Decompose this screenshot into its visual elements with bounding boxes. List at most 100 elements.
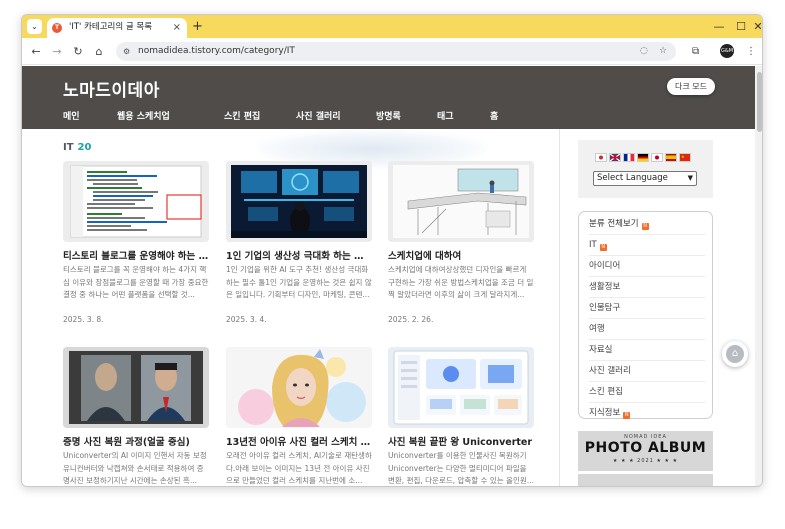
home-icon[interactable]: ⌂ xyxy=(91,44,107,59)
active-tab[interactable]: T 'IT' 카테고리의 글 목록 × xyxy=(47,18,187,38)
category-item-label: IT xyxy=(589,240,597,250)
browser-window: ⌄ T 'IT' 카테고리의 글 목록 × + — ☐ ✕ ← → ↻ ⌂ ⚙ … xyxy=(21,14,763,487)
post-thumbnail[interactable] xyxy=(63,347,209,428)
category-all-label: 분류 전체보기 xyxy=(589,219,639,229)
post-thumbnail[interactable] xyxy=(226,161,372,242)
language-select-value: Select Language xyxy=(597,173,668,183)
category-item-travel[interactable]: 여행 xyxy=(589,319,705,340)
post-title[interactable]: 1인 기업의 생산성 극대화 하는 필수 ... xyxy=(226,248,372,262)
photo-album-banner[interactable]: NOMAD IDEA PHOTO ALBUM ★ ★ ★ 2021 ★ ★ ★ xyxy=(578,431,713,471)
tab-title: 'IT' 카테고리의 글 목록 xyxy=(69,22,153,32)
svg-text:★: ★ xyxy=(681,154,685,159)
china-flag-icon[interactable]: ★ xyxy=(679,153,691,162)
post-date: 2025. 3. 8. xyxy=(63,315,104,324)
nav-item-skin-edit[interactable]: 스킨 편집 xyxy=(224,109,260,122)
page-scrollbar[interactable] xyxy=(755,66,762,486)
site-info-icon[interactable]: ⚙ xyxy=(123,42,130,61)
category-item-label: 스킨 편집 xyxy=(589,387,623,397)
tab-strip: ⌄ T 'IT' 카테고리의 글 목록 × + — ☐ ✕ xyxy=(22,15,762,38)
post-thumbnail[interactable] xyxy=(388,347,534,428)
translate-widget: ★ Select Language ▼ xyxy=(578,140,713,198)
extensions-icon[interactable]: ⧉ xyxy=(692,44,699,59)
spain-flag-icon[interactable] xyxy=(665,153,677,162)
scrollbar-thumb[interactable] xyxy=(757,72,762,132)
nav-item-guestbook[interactable]: 방명록 xyxy=(376,109,401,122)
album-year: ★ ★ ★ 2021 ★ ★ ★ xyxy=(612,458,679,464)
nav-item-home[interactable]: 홈 xyxy=(490,109,498,122)
category-name: IT xyxy=(63,142,74,153)
category-list: 분류 전체보기 N IT N 아이디어 생활정보 인물탐구 여행 자료실 사진 갤러… xyxy=(578,211,713,419)
close-tab-icon[interactable]: × xyxy=(173,18,181,37)
post-excerpt: 스케치업에 대하여상상했던 디자인을 빠르게 구현하는 가장 쉬운 방법스케치업… xyxy=(388,265,534,299)
sidebar-divider xyxy=(559,129,560,486)
dark-mode-button[interactable]: 다크 모드 xyxy=(667,78,715,95)
nav-item-web-sketchup[interactable]: 웹용 스케치업 xyxy=(117,109,170,122)
category-all[interactable]: 분류 전체보기 N xyxy=(589,214,705,235)
category-count: 20 xyxy=(77,142,92,153)
new-badge-icon: N xyxy=(623,412,631,419)
category-item-label: 인물탐구 xyxy=(589,303,621,313)
bookmark-star-icon[interactable]: ☆ xyxy=(659,42,667,61)
new-tab-button[interactable]: + xyxy=(192,18,203,36)
category-item-living-info[interactable]: 생활정보 xyxy=(589,277,705,298)
post-thumbnail[interactable] xyxy=(63,161,209,242)
category-item-people[interactable]: 인물탐구 xyxy=(589,298,705,319)
category-item-resources[interactable]: 자료실 xyxy=(589,340,705,361)
post-thumbnail[interactable] xyxy=(226,347,372,428)
post-excerpt: 티스토리 블로그를 꼭 운영해야 하는 4가지 핵심 이유와 장점블로그를 운영… xyxy=(63,265,209,299)
chevron-down-icon: ▼ xyxy=(687,174,693,182)
reload-icon[interactable]: ↻ xyxy=(70,44,86,59)
category-item-label: 생활정보 xyxy=(589,282,621,292)
category-item-skin-edit[interactable]: 스킨 편집 xyxy=(589,382,705,403)
uk-flag-icon[interactable] xyxy=(609,153,621,162)
category-item-idea[interactable]: 아이디어 xyxy=(589,256,705,277)
germany-flag-icon[interactable] xyxy=(637,153,649,162)
category-item-label: 자료실 xyxy=(589,345,613,355)
post-thumbnail[interactable] xyxy=(388,161,534,242)
eye-off-icon[interactable]: ◌ xyxy=(640,42,648,61)
post-excerpt: 1인 기업을 위한 AI 도구 추천! 생산성 극대화 하는 필수 툴1인 기업… xyxy=(226,265,372,299)
browser-toolbar: ← → ↻ ⌂ ⚙ nomadidea.tistory.com/category… xyxy=(22,38,762,65)
minimize-icon[interactable]: — xyxy=(707,18,731,35)
forward-icon[interactable]: → xyxy=(49,44,65,59)
sidebar-banner[interactable] xyxy=(578,474,713,486)
profile-avatar[interactable]: G&M xyxy=(720,44,734,58)
category-item-photo-gallery[interactable]: 사진 갤러리 xyxy=(589,361,705,382)
nav-item-main[interactable]: 메인 xyxy=(63,109,80,122)
tistory-favicon-icon: T xyxy=(52,23,62,33)
post-title[interactable]: 13년전 아이유 사진 컬러 스케치 복원 xyxy=(226,434,372,448)
post-title[interactable]: 사진 복원 끝판 왕 Uniconverter xyxy=(388,434,534,448)
nav-item-photo-gallery[interactable]: 사진 갤러리 xyxy=(296,109,341,122)
category-item-label: 아이디어 xyxy=(589,261,621,271)
post-title[interactable]: 스케치업에 대하여 xyxy=(388,248,534,262)
post-excerpt: Uniconverter를 이용한 인물사진 복원하기 Uniconverter… xyxy=(388,451,534,485)
post-title[interactable]: 증명 사진 복원 과정(얼굴 중심) xyxy=(63,434,209,448)
new-badge-icon: N xyxy=(641,223,649,230)
post-title[interactable]: 티스토리 블로그를 운영해야 하는 이... xyxy=(63,248,209,262)
url-text: nomadidea.tistory.com/category/IT xyxy=(138,46,295,56)
japan-flag-icon[interactable] xyxy=(651,153,663,162)
post-excerpt: 오래전 아이유 컬러 스케치, AI기술로 재탄생하다.아래 보이는 이미지는 … xyxy=(226,451,372,485)
category-item-label: 사진 갤러리 xyxy=(589,366,631,376)
blog-title[interactable]: 노마드이데아 xyxy=(63,76,160,101)
close-window-icon[interactable]: ✕ xyxy=(746,18,762,35)
address-bar[interactable]: ⚙ nomadidea.tistory.com/category/IT ◌ ☆ xyxy=(116,42,676,61)
category-item-it[interactable]: IT N xyxy=(589,235,705,256)
tab-search-icon[interactable]: ⌄ xyxy=(27,19,42,34)
nav-item-tags[interactable]: 태그 xyxy=(437,109,454,122)
more-menu-icon[interactable]: ⋮ xyxy=(746,44,756,59)
back-icon[interactable]: ← xyxy=(28,44,44,59)
language-select[interactable]: Select Language ▼ xyxy=(593,171,697,186)
post-date: 2025. 3. 4. xyxy=(226,315,267,324)
category-item-knowledge[interactable]: 지식정보 N xyxy=(589,403,705,424)
post-date: 2025. 2. 26. xyxy=(388,315,434,324)
new-badge-icon: N xyxy=(599,244,607,251)
category-heading: IT 20 xyxy=(63,142,91,153)
scroll-top-button[interactable]: ⌂ xyxy=(722,341,748,367)
france-flag-icon[interactable] xyxy=(623,153,635,162)
category-item-label: 지식정보 xyxy=(589,408,621,418)
site-header: 노마드이데아 다크 모드 메인 웹용 스케치업 스킨 편집 사진 갤러리 방명록… xyxy=(22,66,755,129)
album-title: PHOTO ALBUM xyxy=(584,440,707,456)
post-excerpt: Uniconverter의 AI 이미지 인핸서 자동 보정 유니컨버터와 낙캡… xyxy=(63,451,207,485)
korea-flag-icon[interactable] xyxy=(595,153,607,162)
